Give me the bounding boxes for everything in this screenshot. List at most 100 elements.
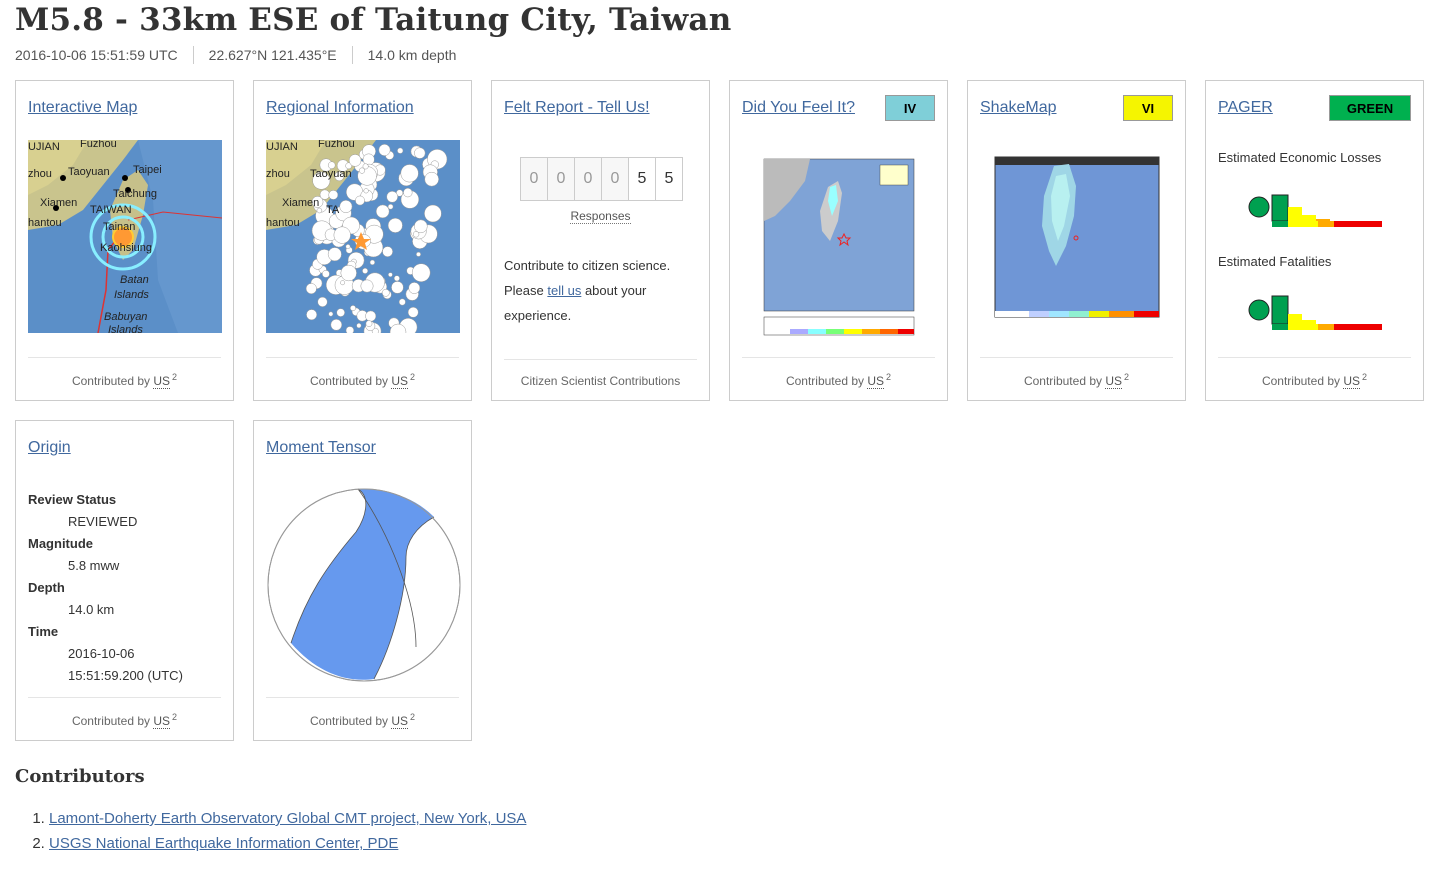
card-footer: Contributed by US 2 xyxy=(980,357,1173,389)
contributor-count: 2 xyxy=(410,712,416,722)
counter-digit: 5 xyxy=(655,157,683,201)
regional-information-link[interactable]: Regional Information xyxy=(266,99,414,117)
quake-dot xyxy=(339,200,353,213)
card-interactive-map: Interactive Map UJIAN Fuzhou zhou Taipei… xyxy=(15,80,234,401)
quake-dot xyxy=(355,195,365,206)
quake-dot xyxy=(356,323,362,329)
origin-link[interactable]: Origin xyxy=(28,439,71,457)
felt-description: Contribute to citizen science. Please te… xyxy=(504,258,671,323)
did-you-feel-it-link[interactable]: Did You Feel It? xyxy=(742,99,855,117)
map-label: Xiamen xyxy=(40,197,77,209)
counter-digit: 0 xyxy=(601,157,629,201)
contributor-source: US xyxy=(867,374,885,389)
counter-digit: 5 xyxy=(628,157,656,201)
map-label: Fuzhou xyxy=(80,140,117,150)
card-header: Did You Feel It? IV xyxy=(742,95,935,121)
quake-dot xyxy=(330,319,343,331)
quake-dot xyxy=(393,275,400,282)
time-date-value: 2016-10-06 xyxy=(68,646,135,661)
quake-dot xyxy=(424,171,439,187)
quake-dot xyxy=(350,305,356,312)
card-header: PAGER GREEN xyxy=(1218,95,1411,121)
dyfi-map-thumbnail[interactable] xyxy=(750,141,926,341)
quake-dot xyxy=(340,280,346,286)
card-footer: Contributed by US 2 xyxy=(742,357,935,389)
quake-dot xyxy=(403,187,413,198)
quake-dot xyxy=(348,154,362,167)
quake-dot xyxy=(365,310,377,322)
card-footer: Contributed by US 2 xyxy=(28,697,221,729)
beachball-diagram[interactable] xyxy=(266,487,462,683)
card-moment-tensor: Moment Tensor Contributed by US 2 xyxy=(253,420,472,741)
list-item: USGS National Earthquake Information Cen… xyxy=(49,831,526,856)
magnitude-label: Magnitude xyxy=(28,536,93,551)
contributor-link[interactable]: Lamont-Doherty Earth Observatory Global … xyxy=(49,810,526,827)
quake-dot xyxy=(375,204,390,219)
quake-dot xyxy=(360,279,374,293)
economic-losses-histogram xyxy=(1248,194,1382,227)
response-counter: 0 0 0 0 5 5 xyxy=(520,157,683,201)
card-header: Regional Information xyxy=(266,95,459,121)
event-location: 22.627°N 121.435°E xyxy=(192,46,352,64)
moment-tensor-link[interactable]: Moment Tensor xyxy=(266,439,376,457)
quake-dot xyxy=(407,306,419,318)
origin-details: Review Status REVIEWED Magnitude 5.8 mww… xyxy=(28,489,183,687)
review-status-label: Review Status xyxy=(28,492,117,507)
quake-dot xyxy=(408,282,421,294)
map-label: TAIWAN xyxy=(90,204,132,216)
quake-dot xyxy=(365,320,373,327)
contributor-source: US xyxy=(391,714,409,729)
map-label: TA xyxy=(326,204,340,216)
contributor-link[interactable]: USGS National Earthquake Information Cen… xyxy=(49,835,398,852)
citizen-scientist-label: Citizen Scientist Contributions xyxy=(520,374,681,388)
quake-dot xyxy=(391,281,404,294)
map-label: zhou xyxy=(28,168,52,180)
time-clock-value: 15:51:59.200 (UTC) xyxy=(68,668,183,683)
map-label: zhou xyxy=(266,168,290,180)
event-depth: 14.0 km depth xyxy=(351,46,472,64)
card-header: Interactive Map xyxy=(28,95,221,121)
interactive-map-thumbnail[interactable]: UJIAN Fuzhou zhou Taipei Taoyuan Taichun… xyxy=(28,140,222,333)
map-label: Islands xyxy=(114,289,149,301)
pager-link[interactable]: PAGER xyxy=(1218,99,1273,117)
quake-dot xyxy=(412,231,420,238)
counter-digit: 0 xyxy=(547,157,575,201)
card-header: Felt Report - Tell Us! xyxy=(504,95,697,121)
card-did-you-feel-it: Did You Feel It? IV Contributed by US 2 xyxy=(729,80,948,401)
magnitude-value: 5.8 mww xyxy=(68,558,120,573)
quake-dot xyxy=(345,244,351,250)
fatalities-histogram xyxy=(1248,295,1382,330)
interactive-map-link[interactable]: Interactive Map xyxy=(28,99,137,117)
contributor-source: US xyxy=(391,374,409,389)
quake-dot xyxy=(336,308,345,317)
shakemap-link[interactable]: ShakeMap xyxy=(980,99,1057,117)
quake-dot xyxy=(400,164,419,183)
fatalities-label: Estimated Fatalities xyxy=(1218,254,1332,269)
tell-us-link[interactable]: tell us xyxy=(547,283,581,298)
felt-report-link[interactable]: Felt Report - Tell Us! xyxy=(504,99,650,117)
quake-dot xyxy=(414,219,428,234)
quake-dot xyxy=(306,309,318,321)
quake-dot xyxy=(378,144,391,156)
regional-map-thumbnail[interactable]: UJIAN Fuzhou zhou Taoyuan Xiamen hantou … xyxy=(266,140,460,333)
map-label: Babuyan xyxy=(104,311,147,323)
quake-dot xyxy=(362,267,369,274)
quake-dot xyxy=(328,311,334,317)
map-label: Xiamen xyxy=(282,197,319,209)
quake-dot xyxy=(397,147,404,154)
responses-label: Responses xyxy=(570,209,631,224)
quake-dot xyxy=(387,203,394,210)
contributor-source: US xyxy=(153,374,171,389)
shakemap-thumbnail[interactable] xyxy=(994,156,1160,328)
contributor-source: US xyxy=(1343,374,1361,389)
map-label: Taipei xyxy=(133,164,162,176)
card-header: Moment Tensor xyxy=(266,435,459,461)
depth-label: Depth xyxy=(28,580,65,595)
alert-level-badge: GREEN xyxy=(1329,95,1411,121)
quake-dot xyxy=(382,246,393,257)
counter-digit: 0 xyxy=(520,157,548,201)
card-footer: Contributed by US 2 xyxy=(28,357,221,389)
contributor-count: 2 xyxy=(1362,372,1368,382)
quake-dot xyxy=(388,272,393,278)
quake-dot xyxy=(333,226,351,244)
